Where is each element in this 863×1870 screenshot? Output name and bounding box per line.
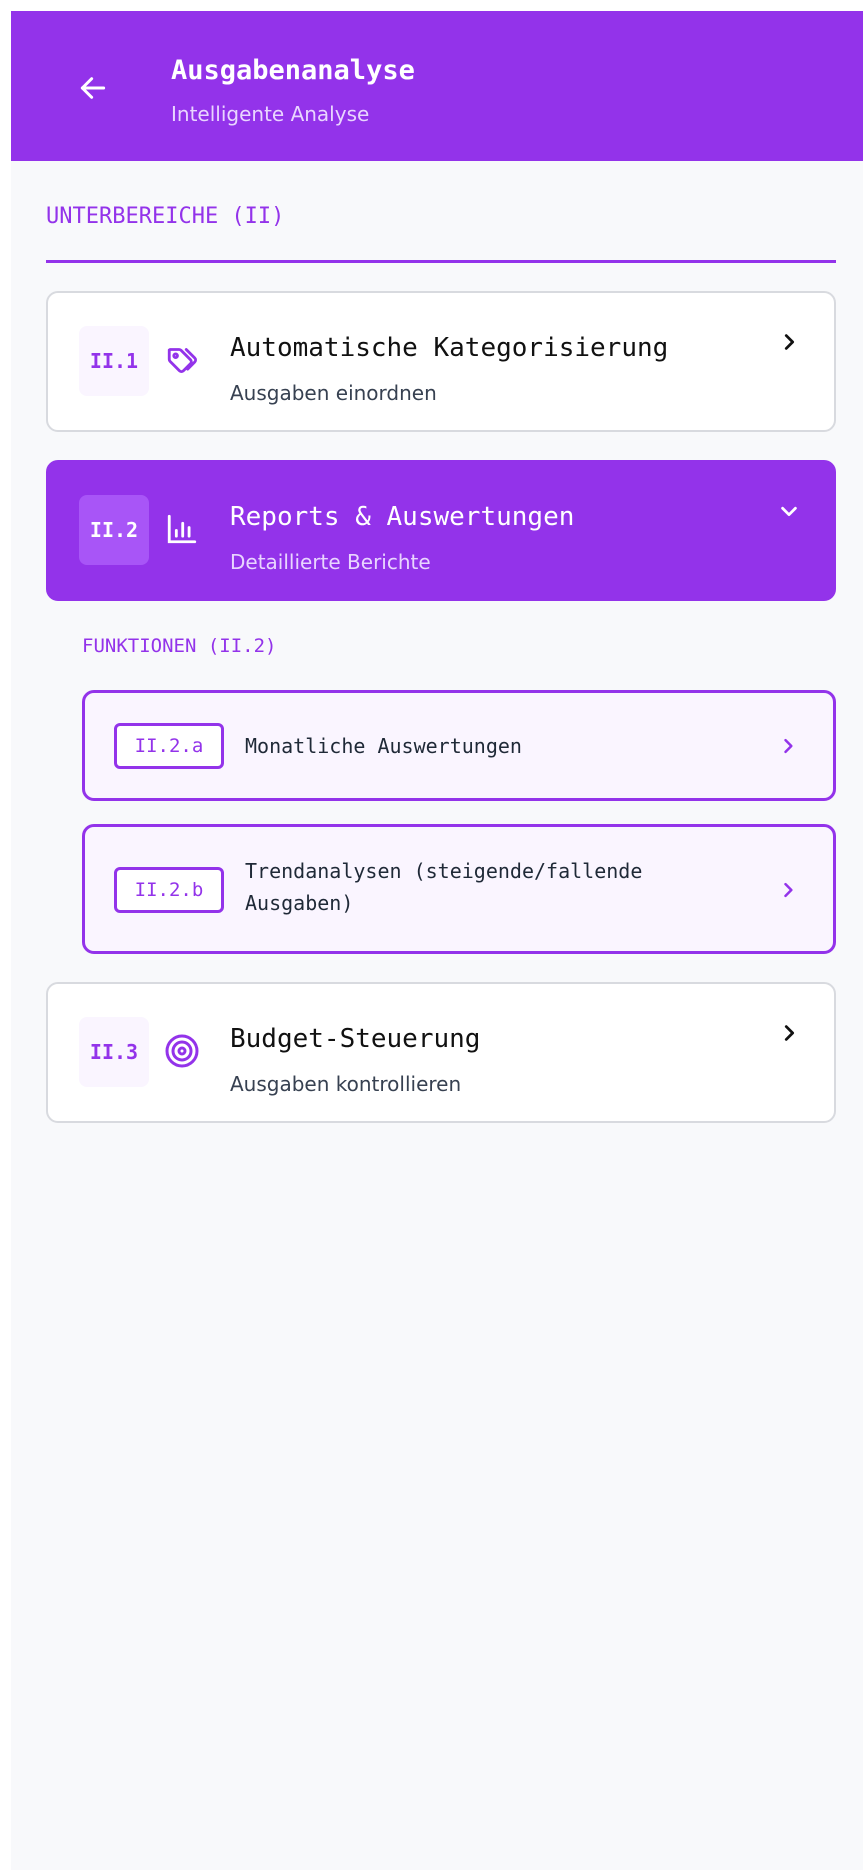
section-heading: UNTERBEREICHE (II) <box>46 204 285 229</box>
subarea-subtitle: Ausgaben einordnen <box>230 381 437 405</box>
section-divider <box>46 260 836 263</box>
subarea-card-budget[interactable]: II.3 Budget-Steuerung Ausgaben kontrolli… <box>46 982 836 1123</box>
subarea-title: Budget-Steuerung <box>230 1024 481 1054</box>
subarea-card-categorization[interactable]: II.1 Automatische Kategorisierung Ausgab… <box>46 291 836 432</box>
bar-chart-icon <box>164 511 200 547</box>
subarea-title: Reports & Auswertungen <box>230 502 575 532</box>
function-item-monthly-reports[interactable]: II.2.a Monatliche Auswertungen <box>82 690 836 801</box>
app-screen: Ausgabenanalyse Intelligente Analyse UNT… <box>11 11 863 1870</box>
tags-icon <box>164 342 200 378</box>
subarea-code-badge: II.1 <box>79 326 149 396</box>
functions-heading: FUNKTIONEN (II.2) <box>82 635 277 657</box>
subarea-subtitle: Detaillierte Berichte <box>230 550 431 574</box>
function-code-badge: II.2.b <box>114 867 224 913</box>
page-title: Ausgabenanalyse <box>171 55 415 86</box>
function-label-line-1: Trendanalysen (steigende/fallende <box>245 859 643 883</box>
function-label: Trendanalysen (steigende/fallende Ausgab… <box>245 855 642 919</box>
chevron-right-icon <box>777 735 799 757</box>
app-header: Ausgabenanalyse Intelligente Analyse <box>11 11 863 161</box>
function-label-line-2: Ausgaben) <box>245 891 354 915</box>
subarea-subtitle: Ausgaben kontrollieren <box>230 1072 462 1096</box>
subarea-title: Automatische Kategorisierung <box>230 333 669 363</box>
arrow-left-icon <box>80 77 106 99</box>
chevron-right-icon <box>778 1022 800 1044</box>
back-button[interactable] <box>73 68 113 108</box>
subarea-card-reports[interactable]: II.2 Reports & Auswertungen Detaillierte… <box>46 460 836 601</box>
function-item-trend-analysis[interactable]: II.2.b Trendanalysen (steigende/fallende… <box>82 824 836 954</box>
chevron-down-icon <box>778 500 800 522</box>
page-subtitle: Intelligente Analyse <box>171 102 370 126</box>
chevron-right-icon <box>777 879 799 901</box>
function-code-badge: II.2.a <box>114 723 224 769</box>
subarea-code-badge: II.3 <box>79 1017 149 1087</box>
function-label: Monatliche Auswertungen <box>245 734 522 758</box>
target-icon <box>164 1033 200 1069</box>
chevron-right-icon <box>778 331 800 353</box>
subarea-code-badge: II.2 <box>79 495 149 565</box>
